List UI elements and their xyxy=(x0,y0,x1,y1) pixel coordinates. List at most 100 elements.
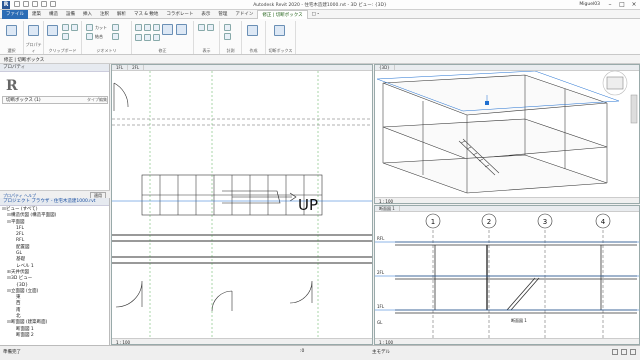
close-icon[interactable]: × xyxy=(630,1,638,8)
rotate-icon[interactable] xyxy=(176,24,187,35)
wall-join-icon[interactable] xyxy=(112,24,119,31)
3d-view[interactable]: {3D} 1 : 100 xyxy=(374,64,640,204)
cope-icon[interactable] xyxy=(86,24,93,31)
dimension-icon[interactable] xyxy=(224,33,231,40)
browser-item-label: 北 xyxy=(16,314,21,320)
browser-item-label: 3D ビュー xyxy=(11,276,33,282)
workset-selector[interactable]: 主モデル xyxy=(372,349,390,355)
offset-icon[interactable] xyxy=(144,24,151,31)
plan-drawing[interactable]: UP xyxy=(112,71,373,339)
status-bar: 準備完了 :0 主モデル xyxy=(0,345,640,360)
array-icon[interactable] xyxy=(153,34,160,41)
view-control-bar: 1 : 100 xyxy=(375,338,639,344)
override-icon[interactable] xyxy=(207,24,214,31)
ribbon: 選択 プロパティ クリップボード カット 結合 ジオメトリ 修正 表示 計測 作… xyxy=(0,19,640,55)
browser-item-label: 天井伏図 xyxy=(11,269,29,275)
move-icon[interactable] xyxy=(162,24,173,35)
trim-icon[interactable] xyxy=(135,34,142,41)
tab-4[interactable]: 挿入 xyxy=(79,10,96,19)
browser-item-label: {3D} xyxy=(16,282,29,288)
panel-properties: プロパティ xyxy=(24,21,44,54)
family-preview-icon: R xyxy=(6,78,18,94)
browser-item-label: 構造伏図 (構造平面図) xyxy=(11,213,57,219)
level-label-rfl: RFL xyxy=(377,236,385,241)
copy-icon[interactable] xyxy=(62,33,69,40)
user-name[interactable]: Miguel03 xyxy=(579,2,600,7)
browser-item-label: 2FL xyxy=(16,232,24,238)
cut-icon[interactable] xyxy=(62,24,69,31)
view-scale[interactable]: 1 : 100 xyxy=(379,199,393,203)
match-icon[interactable] xyxy=(71,24,78,31)
panel-section-box: 切断ボックス xyxy=(266,21,296,54)
tab-13[interactable]: □・ xyxy=(308,10,325,19)
project-browser: プロジェクト ブラウザ - 住宅木造建1000.rvt ⊟ビュー (すべて) ⊟構… xyxy=(0,198,110,345)
section-view[interactable]: 断面図 1 1 2 3 4 RFL 2FL 1FL GL 断面図 1 1: 1… xyxy=(374,205,640,345)
tab-3d[interactable]: {3D} xyxy=(375,65,395,70)
section-drawing[interactable]: 1 2 3 4 RFL 2FL 1FL GL 断面図 1 xyxy=(375,212,640,338)
edit-type-button[interactable]: タイプ編集 xyxy=(87,96,107,104)
panel-label: 表示 xyxy=(202,48,211,53)
door-swing xyxy=(113,82,129,111)
minimize-icon[interactable]: – xyxy=(606,1,614,8)
browser-item-label: 基礎 xyxy=(16,257,25,263)
hide-icon[interactable] xyxy=(198,24,205,31)
align-icon[interactable] xyxy=(135,24,142,31)
maximize-icon[interactable]: □ xyxy=(618,1,626,8)
panel-label: 選択 xyxy=(7,48,16,53)
section-box-icon[interactable] xyxy=(274,25,285,36)
tab-11[interactable]: アドイン xyxy=(231,10,257,19)
status-icons xyxy=(612,349,636,355)
filter-icon[interactable] xyxy=(612,349,618,355)
tab-2[interactable]: 構造 xyxy=(45,10,62,19)
select-links-icon[interactable] xyxy=(621,349,627,355)
panel-label: 作成 xyxy=(249,48,258,53)
grid-bubble-4: 4 xyxy=(601,218,606,226)
3d-model-drawing[interactable] xyxy=(375,71,640,197)
tab-5[interactable]: 注釈 xyxy=(96,10,113,19)
create-group-icon[interactable] xyxy=(247,25,258,36)
join-icon[interactable] xyxy=(86,33,93,40)
tab-3[interactable]: 設備 xyxy=(62,10,79,19)
browser-item-label: 立面図 (立面) xyxy=(11,288,39,294)
modify-arrow-icon[interactable] xyxy=(6,25,17,36)
grid-bubble-1: 1 xyxy=(431,218,435,226)
tab-section-1[interactable]: 断面図 1 xyxy=(375,206,400,211)
paste-icon[interactable] xyxy=(47,25,58,36)
panel-modify: 修正 xyxy=(132,21,194,54)
ribbon-tabs: ファイル 建築 構造 設備 挿入 注釈 解析 マス & 敷地 コラボレート 表示 管理 アドイン 修正 … xyxy=(0,9,640,19)
browser-item-label: 東 xyxy=(16,295,21,301)
tab-1fl[interactable]: 1FL xyxy=(112,65,129,70)
title-bar: R Autodesk Revit 2020 - 住宅木造建1000.rvt - … xyxy=(0,0,640,10)
properties-palette: プロパティ R 切断ボックス (1) タイプ編集 プロパティ ヘルプ 適用 xyxy=(0,64,110,199)
select-pinned-icon[interactable] xyxy=(630,349,636,355)
panel-clipboard: クリップボード xyxy=(44,21,82,54)
tab-6[interactable]: 解析 xyxy=(113,10,130,19)
panel-label: ジオメトリ xyxy=(96,48,117,53)
browser-item-label: ビュー (すべて) xyxy=(6,207,38,212)
mirror-icon[interactable] xyxy=(153,24,160,31)
tab-12[interactable]: 修正 | 切断ボックス xyxy=(257,9,308,19)
tab-2fl[interactable]: 2FL xyxy=(128,65,145,70)
level-label-gl: GL xyxy=(377,320,383,325)
view-control-bar: 1 : 100 xyxy=(112,338,372,344)
grid-bubble-3: 3 xyxy=(543,218,547,226)
browser-item[interactable]: 断面図 2 xyxy=(0,333,110,339)
section-tag-label: 断面図 1 xyxy=(511,317,527,323)
tab-7[interactable]: マス & 敷地 xyxy=(130,10,162,19)
cut-label: カット xyxy=(95,25,107,30)
tab-0[interactable]: ファイル xyxy=(2,9,28,19)
tab-9[interactable]: 表示 xyxy=(197,10,214,19)
properties-icon[interactable] xyxy=(28,25,39,36)
panel-label: 修正 xyxy=(158,48,167,53)
status-scale-value: :0 xyxy=(300,349,305,354)
split-icon[interactable] xyxy=(144,34,151,41)
plan-view[interactable]: 1FL 2FL UP 1: 100 xyxy=(111,64,373,345)
paint-icon[interactable] xyxy=(112,33,119,40)
tab-1[interactable]: 建築 xyxy=(28,10,45,19)
measure-icon[interactable] xyxy=(224,24,231,31)
tab-10[interactable]: 管理 xyxy=(214,10,231,19)
tab-8[interactable]: コラボレート xyxy=(162,10,197,19)
viewcube-icon xyxy=(602,71,628,96)
panel-create: 作成 xyxy=(242,21,266,54)
panel-label: プロパティ xyxy=(25,42,42,53)
